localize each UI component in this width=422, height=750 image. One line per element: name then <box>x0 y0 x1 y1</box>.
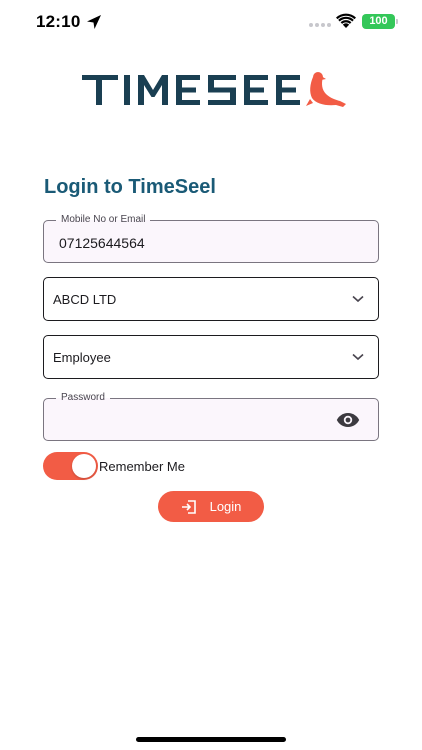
mobile-email-value: 07125644564 <box>59 235 145 251</box>
role-select[interactable]: Employee <box>43 335 379 379</box>
wifi-icon <box>336 13 356 28</box>
password-field[interactable]: Password <box>43 391 379 441</box>
home-indicator[interactable] <box>136 737 286 742</box>
login-button[interactable]: Login <box>158 491 264 522</box>
company-value: ABCD LTD <box>53 292 117 307</box>
timeseel-logo <box>82 72 346 107</box>
status-time: 12:10 <box>36 12 81 31</box>
company-select[interactable]: ABCD LTD <box>43 277 379 321</box>
status-bar: 12:10 100 <box>0 0 422 44</box>
login-icon <box>181 499 196 514</box>
chevron-down-icon <box>352 295 364 303</box>
toggle-knob <box>72 454 96 478</box>
password-label: Password <box>56 391 110 405</box>
login-button-label: Login <box>209 499 242 514</box>
chevron-down-icon <box>352 353 364 361</box>
battery-cap <box>396 19 398 24</box>
remember-me-label: Remember Me <box>99 459 185 474</box>
mobile-email-label: Mobile No or Email <box>56 213 151 227</box>
page-title: Login to TimeSeel <box>44 176 216 198</box>
role-value: Employee <box>53 350 111 365</box>
eye-icon[interactable] <box>336 412 360 428</box>
remember-me-toggle[interactable] <box>43 452 98 480</box>
mobile-email-field[interactable]: Mobile No or Email 07125644564 <box>43 213 379 263</box>
signal-icon <box>309 23 331 27</box>
battery-icon: 100 <box>362 14 395 29</box>
location-arrow-icon <box>87 15 101 29</box>
seal-icon <box>306 72 346 107</box>
